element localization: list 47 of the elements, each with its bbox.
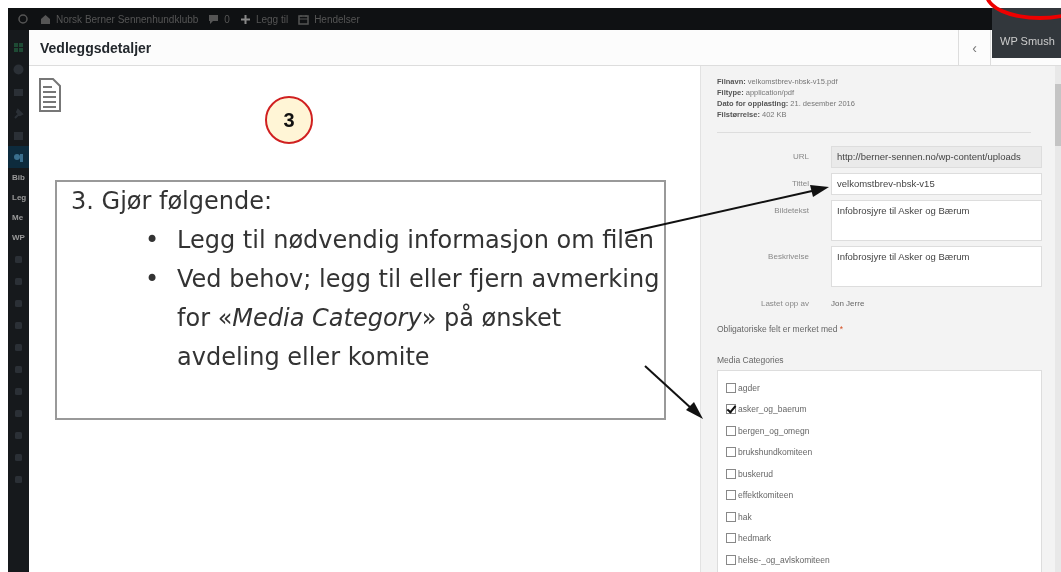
checkbox[interactable] bbox=[726, 447, 736, 458]
submenu-item[interactable]: Leg bbox=[8, 188, 27, 208]
home-icon bbox=[40, 14, 51, 24]
field-label: Tittel bbox=[790, 178, 810, 188]
category-label: hak bbox=[738, 511, 752, 522]
menu-item[interactable]: WP Smush bbox=[1000, 35, 1061, 47]
checkbox[interactable] bbox=[726, 533, 736, 544]
section-title: Media Categories bbox=[717, 355, 785, 365]
instruction-item: Ved behov; legg til eller fjern avmerking for «Media Category» på ønsket avdeling eller komite bbox=[177, 264, 660, 373]
field-label: Lastet opp av bbox=[759, 299, 810, 308]
checkbox[interactable] bbox=[726, 404, 736, 415]
uploader-name: Jon Jerre bbox=[831, 299, 865, 308]
field-label: URL bbox=[792, 151, 810, 161]
category-label: brukshundkomiteen bbox=[738, 447, 813, 458]
category-label: effektkomiteen bbox=[738, 490, 794, 501]
checkbox[interactable] bbox=[726, 511, 736, 522]
instruction-heading: 3. Gjør følgende: bbox=[71, 186, 274, 217]
instruction-item: Legg til nødvendig informasjon om filen bbox=[177, 225, 655, 256]
category-label: agder bbox=[738, 382, 760, 393]
category-label: helse-_og_avlskomiteen bbox=[738, 554, 830, 565]
checkbox[interactable] bbox=[726, 468, 736, 479]
category-label: asker_og_baerum bbox=[738, 404, 807, 415]
document-icon bbox=[39, 78, 61, 112]
checkbox[interactable] bbox=[726, 554, 736, 565]
text-area[interactable]: Infobrosjyre til Asker og Bærum bbox=[831, 246, 1042, 287]
field-value: http://berner-sennen.no/wp-content/uploads bbox=[831, 146, 1042, 168]
scrollbar[interactable] bbox=[1055, 66, 1061, 572]
submenu-item[interactable]: Bib bbox=[8, 168, 25, 188]
modal-title: Vedleggsdetaljer bbox=[40, 39, 153, 56]
category-label: buskerud bbox=[738, 468, 773, 479]
bullet-marker: • bbox=[145, 225, 161, 256]
checkbox[interactable] bbox=[726, 425, 736, 436]
category-label: hedmark bbox=[738, 533, 772, 544]
submenu-item[interactable]: WP bbox=[8, 228, 25, 248]
field-label: Bildetekst bbox=[773, 205, 810, 215]
checkbox[interactable] bbox=[726, 490, 736, 501]
category-label: bergen_og_omegn bbox=[738, 425, 810, 436]
pointer-arrow bbox=[644, 365, 703, 419]
bullet-marker: • bbox=[145, 264, 161, 295]
field-label: Beskrivelse bbox=[767, 251, 810, 261]
plus-icon bbox=[239, 13, 251, 25]
previous-button[interactable]: ‹ bbox=[958, 30, 991, 65]
submenu-item[interactable]: Me bbox=[8, 208, 24, 228]
required-note: Obligatoriske felt er merket med * bbox=[717, 324, 845, 334]
text-area[interactable]: Infobrosjyre til Asker og Bærum bbox=[831, 200, 1042, 241]
input-field[interactable]: velkomstbrev-nbsk-v15 bbox=[831, 173, 1042, 195]
checkbox[interactable] bbox=[726, 382, 736, 393]
